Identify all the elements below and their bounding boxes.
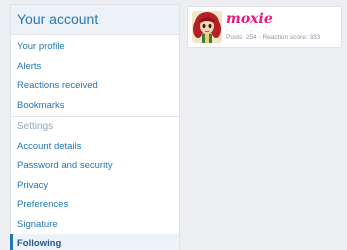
member-username[interactable]: moxie bbox=[226, 11, 273, 27]
member-stats: Posts: 254 · Reaction score: 333 bbox=[226, 34, 321, 41]
avatar[interactable] bbox=[192, 11, 222, 43]
cartoon-girl-avatar-icon bbox=[192, 11, 222, 43]
sidebar-item-alerts[interactable]: Alerts bbox=[11, 57, 179, 77]
sidebar-item-reactions-received[interactable]: Reactions received bbox=[11, 76, 179, 96]
sidebar-title: Your account bbox=[11, 5, 179, 35]
account-sidebar: Your account Your profile Alerts Reactio… bbox=[10, 4, 180, 250]
sidebar-item-your-profile[interactable]: Your profile bbox=[11, 37, 179, 57]
page: Your account Your profile Alerts Reactio… bbox=[0, 0, 347, 250]
sidebar-item-password-security[interactable]: Password and security bbox=[11, 156, 179, 176]
sidebar-item-following[interactable]: Following bbox=[10, 234, 179, 250]
sidebar-item-bookmarks[interactable]: Bookmarks bbox=[11, 96, 179, 116]
sidebar-item-account-details[interactable]: Account details bbox=[11, 137, 179, 157]
sidebar-item-signature[interactable]: Signature bbox=[11, 215, 179, 235]
member-card: moxie Posts: 254 · Reaction score: 333 bbox=[187, 6, 342, 48]
sidebar-item-privacy[interactable]: Privacy bbox=[11, 176, 179, 196]
settings-section-label: Settings bbox=[17, 121, 54, 132]
sidebar-item-preferences[interactable]: Preferences bbox=[11, 195, 179, 215]
